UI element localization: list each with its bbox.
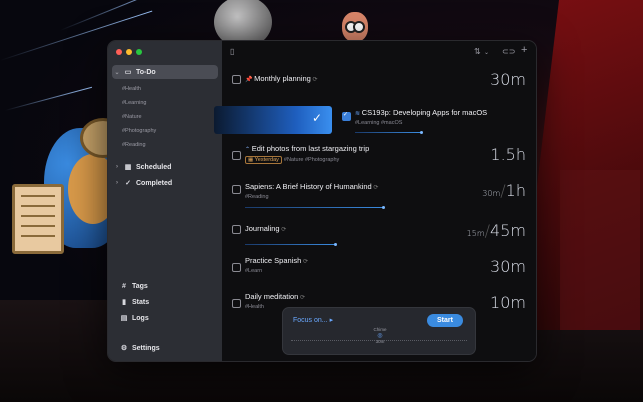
- task-title: Monthly planning: [254, 74, 311, 83]
- app-window: ⌄ ▭ To-Do #Health #Learning #Nature #Pho…: [107, 40, 537, 362]
- sidebar-tag-health[interactable]: #Health: [122, 86, 141, 92]
- focus-timeline-ruler[interactable]: [291, 340, 467, 342]
- chevron-down-icon[interactable]: ⌄: [484, 49, 489, 56]
- owl-character: [342, 12, 368, 42]
- hashtag-icon: #: [122, 282, 126, 290]
- repeat-icon: ⟳: [371, 185, 379, 191]
- start-button[interactable]: Start: [427, 314, 463, 327]
- focus-panel: Focus on... ▸ Start Chime ◎ 30m: [282, 307, 476, 355]
- sort-icon[interactable]: ⇅: [474, 47, 481, 56]
- sidebar-item-stats[interactable]: ▮ Stats: [118, 295, 224, 309]
- zoom-button[interactable]: [136, 49, 142, 55]
- task-checkbox[interactable]: [232, 151, 241, 160]
- sidebar-tag-photography[interactable]: #Photography: [122, 128, 156, 134]
- task-title: Sapiens: A Brief History of Humankind: [245, 182, 372, 191]
- sidebar-item-label: Stats: [132, 298, 150, 306]
- calendar-icon: ▦: [124, 164, 132, 171]
- chevron-down-icon[interactable]: ⌄: [112, 69, 122, 76]
- task-duration: 1h: [505, 181, 526, 200]
- repeat-icon: ⟳: [298, 295, 306, 301]
- sidebar-item-label: Settings: [132, 344, 160, 352]
- task-row[interactable]: Sapiens: A Brief History of Humankind ⟳ …: [222, 179, 536, 211]
- task-duration[interactable]: 30m: [490, 70, 526, 89]
- task-row[interactable]: Practice Spanish ⟳ #Learn 30m: [222, 253, 536, 283]
- task-row[interactable]: Journaling ⟳ 15m/45m: [222, 219, 536, 247]
- task-list-pane: ▯ ⇅ ⌄ ⊂⊃ + 📌 Monthly planning ⟳ 30m ✓ ≋ …: [214, 41, 536, 361]
- expand-icon[interactable]: ⌃: [245, 147, 252, 153]
- document-icon: ▤: [120, 315, 128, 322]
- add-task-icon[interactable]: +: [521, 44, 527, 56]
- task-checkbox-checked[interactable]: [342, 111, 351, 121]
- sidebar-item-label: Scheduled: [136, 163, 172, 171]
- gear-icon: ⚙: [120, 345, 128, 352]
- sidebar-tag-learning[interactable]: #Learning: [122, 100, 146, 106]
- task-progress-bar: [245, 206, 385, 209]
- task-duration[interactable]: 30m: [490, 257, 526, 276]
- link-icon[interactable]: ⊂⊃: [502, 47, 515, 56]
- task-row[interactable]: ⌃ Edit photos from last stargazing trip …: [222, 141, 536, 173]
- sidebar-item-todo[interactable]: ⌄ ▭ To-Do: [112, 65, 218, 79]
- sidebar-toggle-icon[interactable]: ▯: [230, 47, 234, 56]
- task-tags: #Nature #Photography: [283, 157, 340, 163]
- pin-icon: 📌: [245, 77, 255, 83]
- sidebar-item-label: Tags: [132, 282, 148, 290]
- task-checkbox[interactable]: [232, 263, 241, 272]
- elapsed-duration: 15m: [466, 229, 485, 238]
- sidebar-item-settings[interactable]: ⚙ Settings: [118, 341, 224, 355]
- task-progress-bar: [245, 243, 337, 246]
- focus-on-picker[interactable]: Focus on... ▸: [293, 316, 333, 324]
- task-duration[interactable]: 10m: [490, 293, 526, 312]
- sidebar-item-scheduled[interactable]: › ▦ Scheduled: [112, 160, 218, 174]
- chart-icon: ▮: [122, 299, 126, 306]
- task-tags: #Learn: [245, 268, 263, 274]
- task-checkbox[interactable]: [232, 185, 241, 194]
- checkmark-icon: ✓: [125, 180, 131, 187]
- task-title: Edit photos from last stargazing trip: [251, 144, 370, 153]
- task-checkbox[interactable]: [232, 75, 241, 84]
- target-icon: ◎: [377, 333, 383, 339]
- sidebar-item-label: Completed: [136, 179, 173, 187]
- task-tags: #Learning #macOS: [355, 120, 403, 126]
- chevron-right-icon[interactable]: ›: [112, 164, 122, 170]
- task-title: Practice Spanish: [245, 256, 302, 265]
- repeat-icon: ⟳: [310, 77, 318, 83]
- sidebar-item-label: Logs: [132, 314, 149, 322]
- task-tags: #Reading: [245, 194, 269, 200]
- close-button[interactable]: [116, 49, 122, 55]
- task-row[interactable]: ≋ CS193p: Developing Apps for macOS #Lea…: [222, 103, 536, 137]
- task-title: Daily meditation: [245, 292, 299, 301]
- task-checkbox[interactable]: [232, 225, 241, 234]
- sidebar-tag-nature[interactable]: #Nature: [122, 114, 142, 120]
- sidebar-tag-reading[interactable]: #Reading: [122, 142, 146, 148]
- minimize-button[interactable]: [126, 49, 132, 55]
- sidebar-item-label: To-Do: [136, 68, 156, 76]
- tray-icon: ▭: [124, 69, 132, 76]
- task-title: Journaling: [245, 224, 280, 233]
- tag-swipe-icon: ≋: [355, 111, 362, 117]
- chevron-right-icon[interactable]: ›: [112, 180, 122, 186]
- elapsed-duration: 30m: [482, 189, 501, 198]
- sidebar: ⌄ ▭ To-Do #Health #Learning #Nature #Pho…: [108, 41, 223, 361]
- task-title: CS193p: Developing Apps for macOS: [361, 108, 488, 117]
- clipboard: [12, 184, 64, 254]
- due-date-badge: ▦ Yesterday: [245, 156, 282, 164]
- task-tags: #Health: [245, 304, 264, 310]
- task-row[interactable]: 📌 Monthly planning ⟳ 30m: [222, 67, 536, 93]
- repeat-icon: ⟳: [301, 259, 308, 265]
- sidebar-item-completed[interactable]: › ✓ Completed: [112, 176, 218, 190]
- task-duration: 45m: [490, 221, 526, 240]
- sidebar-item-tags[interactable]: # Tags: [118, 279, 224, 293]
- sidebar-item-logs[interactable]: ▤ Logs: [118, 311, 224, 325]
- repeat-icon: ⟳: [279, 227, 287, 233]
- task-checkbox[interactable]: [232, 299, 241, 308]
- task-duration[interactable]: 1.5h: [490, 145, 526, 164]
- task-progress-bar: [355, 131, 423, 134]
